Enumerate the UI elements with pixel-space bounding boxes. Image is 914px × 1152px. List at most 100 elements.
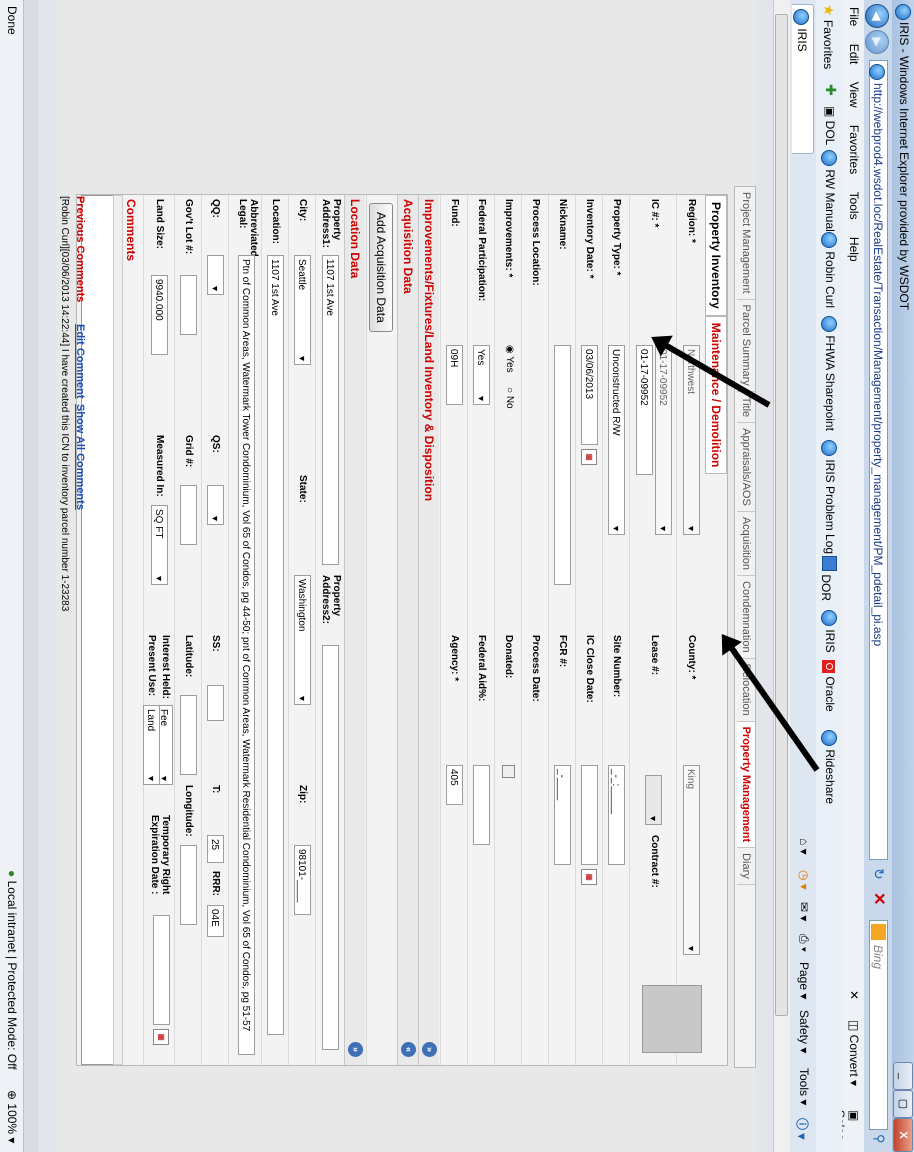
fav-link-robin-curl[interactable]: Robin Curl — [821, 232, 837, 308]
property-type-select[interactable]: Unconstructed R/W — [608, 345, 625, 535]
menu-file[interactable]: File — [844, 0, 864, 33]
add-acquisition-button[interactable]: Add Acquisition Data — [369, 203, 393, 332]
fav-link-rideshare[interactable]: Rideshare — [821, 730, 837, 804]
location-input[interactable]: 1107 1st Ave — [267, 255, 284, 1035]
minimize-button[interactable]: _ — [893, 1062, 913, 1090]
calendar-icon[interactable]: ▦ — [153, 1029, 169, 1045]
legal-input[interactable]: Ptn of Common Areas, Watermark Tower Con… — [238, 255, 255, 1055]
land-size-input[interactable]: 9940.000 — [151, 275, 168, 355]
print-icon[interactable]: ⎙ ▾ — [796, 934, 811, 952]
lease-select[interactable] — [645, 775, 662, 825]
page-menu[interactable]: Page ▾ — [797, 962, 811, 999]
acquisition-section[interactable]: Acquisition Data « — [397, 195, 418, 1065]
search-icon[interactable]: ⚲ — [871, 1134, 887, 1144]
qq-select[interactable] — [207, 255, 224, 295]
collapse-icon[interactable]: « — [401, 1042, 416, 1057]
address1-input[interactable]: 1107 1st Ave — [322, 255, 339, 565]
county-select[interactable]: King — [683, 765, 700, 955]
federal-participation-select[interactable]: Yes — [473, 345, 490, 405]
mail-icon[interactable]: ✉ ▾ — [797, 902, 811, 921]
expand-icon[interactable]: » — [422, 1042, 437, 1057]
fav-link-dol[interactable]: ▣ DOL — [823, 106, 837, 145]
comments-scrollbar[interactable] — [113, 195, 123, 1065]
ic-close-input[interactable] — [581, 765, 598, 865]
tools-menu[interactable]: Tools ▾ — [797, 1068, 811, 1105]
menu-view[interactable]: View — [844, 75, 864, 115]
agency-input[interactable]: 405 — [446, 765, 463, 805]
tab-project-management[interactable]: Project Management — [737, 187, 755, 300]
region-select[interactable]: Northwest — [683, 345, 700, 535]
qs-select[interactable] — [207, 485, 224, 525]
tab-appraisals[interactable]: Appraisals/AOS — [737, 423, 755, 512]
fav-link-dor[interactable]: DOR — [819, 556, 837, 601]
calendar-icon[interactable]: ▦ — [581, 869, 597, 885]
horizontal-scrollbar[interactable] — [773, 0, 790, 1152]
menu-help[interactable]: Help — [844, 230, 864, 269]
tab-parcel-summary[interactable]: Parcel Summary — [737, 299, 755, 392]
scroll-thumb[interactable] — [775, 14, 788, 1016]
subtab-maintenance[interactable]: Maintenance / Demolition — [705, 315, 727, 475]
ic-input[interactable]: 01-17-09952 — [636, 345, 653, 475]
menu-favorites[interactable]: Favorites — [844, 118, 864, 181]
grid-input[interactable] — [180, 485, 197, 545]
govlot-input[interactable] — [180, 275, 197, 335]
favorites-button[interactable]: ★ Favorites — [820, 4, 837, 69]
ss-input[interactable] — [207, 685, 224, 721]
show-all-comments-link[interactable]: Show All Comments — [74, 404, 86, 510]
back-button[interactable]: ◀ — [865, 4, 889, 28]
address2-input[interactable] — [322, 645, 339, 1050]
tab-diary[interactable]: Diary — [737, 848, 755, 885]
close-tab-icon[interactable]: ✕ — [847, 990, 861, 1000]
menu-edit[interactable]: Edit — [844, 37, 864, 72]
fav-link-oracle[interactable]: O Oracle — [822, 660, 837, 712]
fav-link-iris-problem-log[interactable]: IRIS Problem Log — [821, 440, 837, 554]
longitude-input[interactable] — [180, 845, 197, 925]
tab-property-management[interactable]: Property Management — [737, 721, 755, 849]
fav-link-iris[interactable]: IRIS — [821, 610, 837, 653]
edit-comment-link[interactable]: Edit Comment — [74, 324, 86, 399]
t-input[interactable]: 25 — [207, 835, 224, 863]
federal-aid-input[interactable] — [473, 765, 490, 845]
calendar-icon[interactable]: ▦ — [581, 449, 597, 465]
close-button[interactable]: X — [893, 1118, 913, 1152]
rrr-input[interactable]: 04E — [207, 905, 224, 937]
zip-input[interactable]: 98101-____ — [294, 845, 311, 915]
safety-menu[interactable]: Safety ▾ — [797, 1010, 811, 1053]
nickname-input[interactable] — [554, 345, 571, 585]
improvements-no-radio[interactable]: ○ No — [504, 387, 515, 409]
help-icon[interactable]: ⓘ ▾ — [794, 1118, 811, 1139]
subtab-property-inventory[interactable]: Property Inventory — [705, 195, 727, 316]
location-section[interactable]: Location Data » — [344, 195, 365, 1065]
improvements-yes-radio[interactable]: ◉ Yes — [504, 345, 515, 373]
refresh-icon[interactable]: ↻ — [870, 868, 887, 880]
fcr-input[interactable]: _-____ — [554, 765, 571, 865]
latitude-input[interactable] — [180, 695, 197, 775]
state-select[interactable]: Washington — [294, 575, 311, 705]
home-icon[interactable]: ⌂ ▾ — [797, 838, 811, 855]
ic-select[interactable]: 01-17-09952 — [655, 345, 672, 535]
search-input[interactable]: Bing — [869, 920, 888, 1130]
fund-input[interactable]: 09H — [446, 345, 463, 405]
tab-condemnation[interactable]: Condemnation — [737, 576, 755, 659]
improvements-section[interactable]: Improvements/Fixtures/Land Inventory & D… — [418, 195, 439, 1065]
expand-icon[interactable]: » — [348, 1042, 363, 1057]
temp-right-input[interactable] — [153, 915, 170, 1025]
donated-checkbox[interactable] — [502, 765, 515, 778]
zoom-control[interactable]: ⊕ 100% ▾ — [5, 1090, 19, 1143]
inventory-date-input[interactable]: 03/06/2013 — [581, 345, 598, 445]
menu-tools[interactable]: Tools — [844, 185, 864, 227]
tab-acquisition[interactable]: Acquisition — [737, 511, 755, 577]
convert-button[interactable]: ◫ Convert ▾ — [847, 1020, 861, 1086]
measured-select[interactable]: SQ FT — [151, 505, 168, 585]
fav-link-fhwa[interactable]: FHWA Sharepoint — [821, 316, 837, 431]
url-field[interactable]: http://webprod4.wsdot.loc/RealEstate/Tra… — [869, 60, 888, 860]
stop-icon[interactable]: ✕ — [869, 892, 889, 905]
maximize-button[interactable]: ▢ — [893, 1090, 913, 1118]
add-favorite-icon[interactable]: ✚ — [822, 84, 839, 96]
tab-iris[interactable]: IRIS — [792, 4, 814, 154]
fav-link-rw-manual[interactable]: RW Manual — [821, 150, 837, 232]
forward-button[interactable]: ▶ — [865, 30, 889, 54]
site-number-input[interactable]: _-_:_____ — [608, 765, 625, 865]
city-select[interactable]: Seattle — [294, 255, 311, 365]
present-use-select[interactable]: Land — [143, 705, 160, 785]
